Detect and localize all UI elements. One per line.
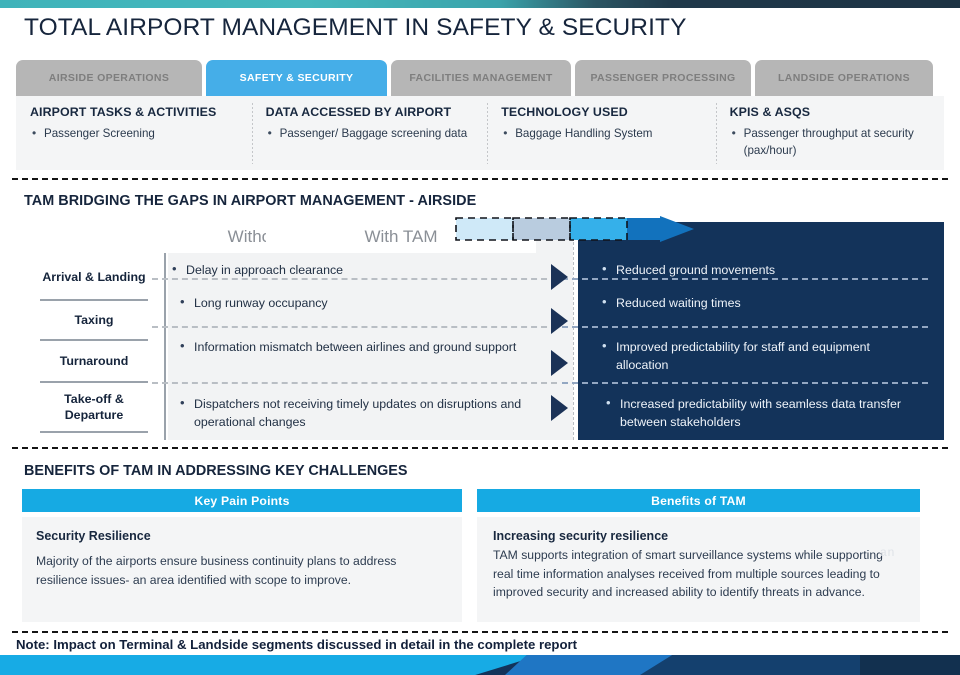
stage-label-takeoff-departure: Take-off & Departure bbox=[40, 383, 148, 431]
list-item: Baggage Handling System bbox=[501, 125, 705, 143]
benefits-heading: BENEFITS OF TAM IN ADDRESSING KEY CHALLE… bbox=[24, 463, 408, 479]
with-tam-items: Reduced ground movements Reduced waiting… bbox=[562, 222, 928, 440]
slide-root: TOTAL AIRPORT MANAGEMENT IN SAFETY & SEC… bbox=[0, 0, 960, 675]
section-divider-bottom bbox=[12, 631, 948, 633]
info-heading: AIRPORT TASKS & ACTIVITIES bbox=[30, 105, 217, 119]
list-item: Information mismatch between airlines an… bbox=[174, 337, 523, 356]
column-header-key-pain-points: Key Pain Points bbox=[22, 489, 462, 512]
benefit-title: Increasing security resilience bbox=[493, 529, 669, 543]
info-column-data-accessed: DATA ACCESSED BY AIRPORT Passenger/ Bagg… bbox=[251, 96, 488, 170]
stage-divider bbox=[40, 431, 148, 433]
page-title: TOTAL AIRPORT MANAGEMENT IN SAFETY & SEC… bbox=[24, 14, 687, 41]
list-item: Dispatchers not receiving timely updates… bbox=[174, 394, 523, 431]
info-heading: DATA ACCESSED BY AIRPORT bbox=[265, 105, 452, 119]
arrow-right-icon bbox=[551, 395, 568, 421]
footnote: Note: Impact on Terminal & Landside segm… bbox=[16, 637, 578, 652]
stage-text: Take-off & Departure bbox=[64, 392, 124, 422]
stage-text: Arrival & Landing bbox=[42, 270, 146, 284]
info-column-kpis-asqs: KPIS & ASQS Passenger throughput at secu… bbox=[715, 96, 944, 170]
footer-band-segment-3 bbox=[640, 655, 870, 675]
list-item: Delay in approach clearance bbox=[166, 260, 523, 279]
tab-facilities-management[interactable]: FACILITIES MANAGEMENT bbox=[391, 60, 571, 96]
benefit-body: Majority of the airports ensure business… bbox=[36, 554, 397, 587]
arrow-right-icon bbox=[551, 308, 568, 334]
list-item: Reduced waiting times bbox=[596, 293, 910, 312]
list-item: Improved predictability for staff and eq… bbox=[596, 337, 910, 374]
section-divider-top bbox=[12, 178, 948, 180]
section-divider-middle bbox=[12, 447, 948, 449]
tab-safety-security[interactable]: SAFETY & SECURITY bbox=[206, 60, 387, 96]
top-accent-bar bbox=[0, 0, 960, 8]
bridging-heading: TAM BRIDGING THE GAPS IN AIRPORT MANAGEM… bbox=[24, 193, 477, 209]
info-column-technology-used: TECHNOLOGY USED Baggage Handling System bbox=[487, 96, 715, 170]
info-heading: TECHNOLOGY USED bbox=[501, 105, 628, 119]
benefit-body: TAM supports integration of smart survei… bbox=[493, 548, 883, 599]
table-row: Delay in approach clearance bbox=[152, 222, 557, 278]
list-item: Passenger throughput at security (pax/ho… bbox=[730, 125, 934, 159]
info-list: Passenger throughput at security (pax/ho… bbox=[730, 125, 934, 159]
list-item: Passenger/ Baggage screening data bbox=[266, 125, 478, 143]
table-row: Information mismatch between airlines an… bbox=[152, 326, 557, 382]
footer-band-segment-4 bbox=[860, 655, 960, 675]
table-row: Increased predictability with seamless d… bbox=[562, 382, 928, 440]
table-row: Dispatchers not receiving timely updates… bbox=[152, 382, 557, 440]
benefit-title: Security Resilience bbox=[36, 529, 151, 543]
table-row: Reduced waiting times bbox=[562, 278, 928, 326]
info-strip: AIRPORT TASKS & ACTIVITIES Passenger Scr… bbox=[16, 96, 944, 170]
info-heading: KPIS & ASQS bbox=[729, 105, 811, 119]
tab-airside-operations[interactable]: AIRSIDE OPERATIONS bbox=[16, 60, 202, 96]
watermark-text: an bbox=[880, 545, 896, 559]
tab-landside-operations[interactable]: LANDSIDE OPERATIONS bbox=[755, 60, 933, 96]
stage-text: Turnaround bbox=[59, 354, 129, 368]
stage-label-arrival-landing: Arrival & Landing bbox=[40, 255, 148, 299]
column-header-benefits-of-tam: Benefits of TAM bbox=[477, 489, 920, 512]
stage-label-column: Arrival & Landing Taxing Turnaround Take… bbox=[40, 255, 148, 433]
info-column-airport-tasks: AIRPORT TASKS & ACTIVITIES Passenger Scr… bbox=[16, 96, 252, 170]
section-tab-bar: AIRSIDE OPERATIONS SAFETY & SECURITY FAC… bbox=[16, 60, 933, 96]
stage-label-turnaround: Turnaround bbox=[40, 341, 148, 381]
benefits-panel-right: Increasing security resilience TAM suppo… bbox=[477, 517, 920, 622]
info-list: Baggage Handling System bbox=[501, 125, 705, 143]
stage-text: Taxing bbox=[74, 313, 114, 327]
table-row: Reduced ground movements bbox=[562, 222, 928, 278]
table-row: Long runway occupancy bbox=[152, 278, 557, 326]
benefits-panel-left: Security Resilience Majority of the airp… bbox=[22, 517, 462, 622]
footer-band bbox=[0, 655, 960, 675]
list-item: Passenger Screening bbox=[30, 125, 242, 143]
arrow-right-icon bbox=[551, 350, 568, 376]
list-item: Increased predictability with seamless d… bbox=[600, 394, 910, 431]
without-tam-items: Delay in approach clearance Long runway … bbox=[152, 222, 557, 440]
arrow-right-icon bbox=[551, 264, 568, 290]
stage-label-taxing: Taxing bbox=[40, 301, 148, 339]
list-item: Reduced ground movements bbox=[596, 260, 910, 279]
table-row: Improved predictability for staff and eq… bbox=[562, 326, 928, 382]
info-list: Passenger/ Baggage screening data bbox=[266, 125, 478, 143]
footer-band-segment-1 bbox=[0, 655, 540, 675]
info-list: Passenger Screening bbox=[30, 125, 242, 143]
list-item: Long runway occupancy bbox=[174, 293, 523, 312]
tab-passenger-processing[interactable]: PASSENGER PROCESSING bbox=[575, 60, 751, 96]
